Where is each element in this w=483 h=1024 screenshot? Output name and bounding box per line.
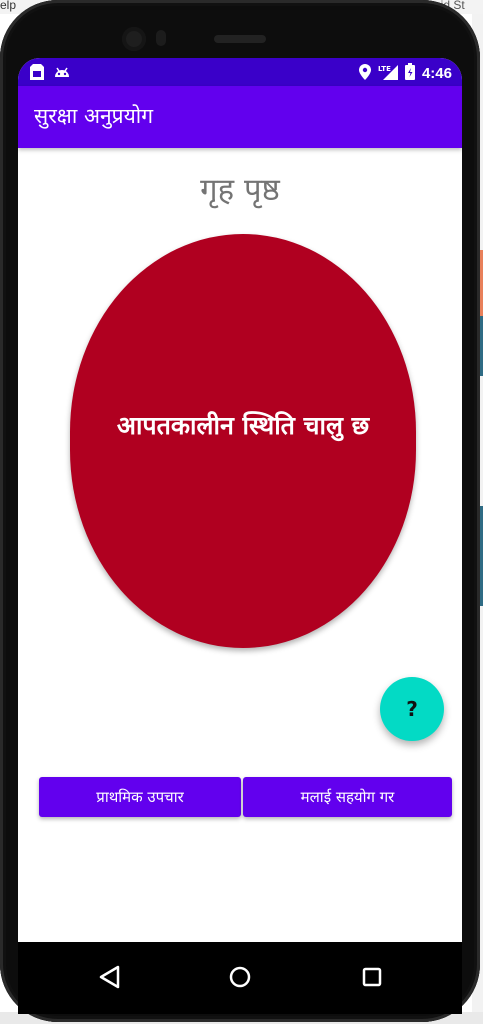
first-aid-button[interactable]: प्राथमिक उपचार — [39, 777, 241, 817]
help-me-button[interactable]: मलाई सहयोग गर — [243, 777, 452, 817]
question-mark-icon: ? — [406, 697, 418, 721]
host-menu-text: elp — [0, 0, 17, 12]
help-fab-button[interactable]: ? — [380, 677, 444, 741]
sim-card-icon — [30, 64, 44, 84]
location-icon — [358, 63, 371, 84]
page-title: गृह पृष्ठ — [200, 172, 280, 208]
signal-network-type: LTE — [378, 65, 391, 73]
app-title: सुरक्षा अनुप्रयोग — [34, 104, 154, 128]
earpiece-speaker — [214, 35, 266, 43]
back-icon[interactable] — [95, 962, 125, 992]
device-screen: LTE 4:46 सुरक्षा अनुप्रयोग गृह पृष्ठ आपत… — [18, 58, 462, 1014]
recents-icon[interactable] — [357, 962, 387, 992]
first-aid-button-label: प्राथमिक उपचार — [96, 788, 184, 806]
battery-icon — [404, 63, 415, 84]
status-bar: LTE 4:46 — [18, 58, 462, 86]
phone-frame: LTE 4:46 सुरक्षा अनुप्रयोग गृह पृष्ठ आपत… — [0, 0, 480, 1022]
emergency-button[interactable]: आपतकालीन स्थिति चालु छ — [70, 234, 416, 648]
front-camera — [122, 27, 146, 51]
status-system: LTE 4:46 — [358, 63, 452, 84]
proximity-sensor — [156, 30, 166, 46]
navigation-bar — [18, 942, 462, 1014]
status-time: 4:46 — [421, 65, 452, 82]
emergency-button-label: आपतकालीन स्थिति चालु छ — [116, 411, 370, 440]
home-icon[interactable] — [225, 962, 255, 992]
android-icon — [54, 64, 70, 84]
status-notifications — [30, 64, 70, 84]
help-me-button-label: मलाई सहयोग गर — [300, 788, 395, 806]
signal-lte-icon: LTE — [378, 64, 398, 84]
app-bar: सुरक्षा अनुप्रयोग — [18, 86, 462, 148]
